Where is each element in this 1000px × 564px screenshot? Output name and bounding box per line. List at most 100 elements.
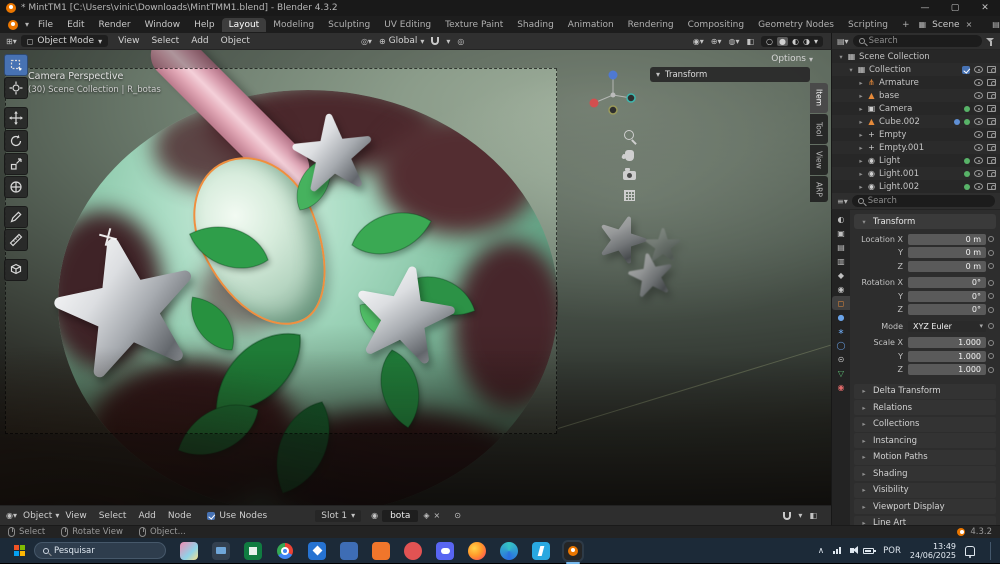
language-indicator[interactable]: POR: [883, 546, 901, 556]
menu-object[interactable]: Object: [215, 36, 256, 46]
rotation-mode-dropdown[interactable]: XYZ Euler: [908, 320, 986, 332]
panel-shading[interactable]: ▸ Shading: [854, 466, 996, 481]
network-icon[interactable]: [833, 547, 842, 554]
taskbar-app-blender-icon[interactable]: [564, 541, 582, 564]
tab-scene-icon[interactable]: ◆: [832, 268, 850, 282]
menu-window[interactable]: Window: [138, 20, 188, 30]
tab-world-icon[interactable]: ◉: [832, 282, 850, 296]
pivot-point-icon[interactable]: ◎▾: [361, 37, 372, 46]
animate-decorator[interactable]: [986, 353, 996, 359]
hide-viewport-toggle[interactable]: [974, 170, 983, 177]
animate-decorator[interactable]: [986, 263, 996, 269]
scale-y-field[interactable]: 1.000: [908, 350, 986, 362]
tab-view-layer-icon[interactable]: ▥: [832, 254, 850, 268]
browse-material-icon[interactable]: ◉: [371, 511, 378, 520]
workspace-tab-texture-paint[interactable]: Texture Paint: [438, 18, 510, 32]
hide-viewport-toggle[interactable]: [974, 79, 983, 86]
expand-icon[interactable]: ▸: [856, 183, 866, 191]
volume-icon[interactable]: [850, 546, 859, 554]
properties-search-input[interactable]: Search: [851, 195, 995, 207]
workspace-tab-uv-editing[interactable]: UV Editing: [377, 18, 438, 32]
disable-render-toggle[interactable]: [987, 157, 996, 164]
shading-solid-icon[interactable]: ●: [777, 36, 789, 46]
fake-user-icon[interactable]: ◈: [423, 511, 429, 520]
taskbar-app-firefox-icon[interactable]: [468, 541, 486, 560]
viewlayer-browse-icon[interactable]: ▤: [990, 20, 1000, 29]
scene-unlink-icon[interactable]: ×: [964, 20, 975, 29]
shading-dropdown-icon[interactable]: ▾: [814, 37, 818, 46]
taskbar-app-custom-icon[interactable]: [180, 541, 198, 560]
camera-view-icon[interactable]: [620, 166, 638, 184]
taskbar-clock[interactable]: 13:49 24/06/2025: [910, 542, 956, 560]
expand-icon[interactable]: ▸: [856, 157, 866, 165]
pin-icon[interactable]: ⊙: [454, 511, 461, 520]
material-slot-dropdown[interactable]: Slot 1 ▾: [315, 509, 362, 522]
taskbar-search-input[interactable]: Pesquisar: [34, 542, 166, 559]
annotate-tool[interactable]: [4, 206, 28, 228]
filter-icon[interactable]: [986, 37, 995, 46]
maximize-button[interactable]: ▢: [940, 0, 970, 16]
hide-viewport-toggle[interactable]: [974, 118, 983, 125]
outliner-item-base[interactable]: ▸ ▲ base: [832, 89, 1000, 102]
menu-add[interactable]: Add: [132, 511, 161, 521]
location-y-field[interactable]: 0 m: [908, 247, 986, 258]
taskbar-app-edge-icon[interactable]: [500, 541, 518, 560]
menu-file[interactable]: File: [31, 20, 60, 30]
disable-render-toggle[interactable]: [987, 131, 996, 138]
scene-browse-icon[interactable]: ▦: [917, 20, 929, 29]
hide-viewport-toggle[interactable]: [974, 92, 983, 99]
minimize-button[interactable]: —: [910, 0, 940, 16]
tab-tool-icon[interactable]: ◐: [832, 212, 850, 226]
menu-help[interactable]: Help: [187, 20, 222, 30]
animate-decorator[interactable]: [986, 323, 996, 329]
location-z-field[interactable]: 0 m: [908, 260, 986, 272]
disable-render-toggle[interactable]: [987, 66, 996, 73]
outliner-item-scene-collection[interactable]: ▾ ▦ Scene Collection: [832, 50, 1000, 63]
cursor-tool[interactable]: [4, 77, 28, 99]
outliner-item-light-002[interactable]: ▸ ◉ Light.002: [832, 180, 1000, 193]
expand-icon[interactable]: ▸: [856, 170, 866, 178]
expand-icon[interactable]: ▸: [856, 105, 866, 113]
close-button[interactable]: ✕: [970, 0, 1000, 16]
animate-decorator[interactable]: [986, 280, 996, 286]
workspace-tab-rendering[interactable]: Rendering: [621, 18, 681, 32]
animate-decorator[interactable]: [986, 340, 996, 346]
workspace-tab-sculpting[interactable]: Sculpting: [321, 18, 377, 32]
outliner-search-input[interactable]: Search: [852, 35, 982, 47]
expand-icon[interactable]: ▸: [856, 92, 866, 100]
workspace-tab-scripting[interactable]: Scripting: [841, 18, 895, 32]
panel-relations[interactable]: ▸ Relations: [854, 400, 996, 415]
notifications-icon[interactable]: [965, 545, 975, 558]
tab-particles-icon[interactable]: ∗: [832, 324, 850, 338]
outliner-item-camera[interactable]: ▸ ▣ Camera: [832, 102, 1000, 115]
collection-checkbox[interactable]: [962, 65, 970, 74]
hide-viewport-toggle[interactable]: [974, 105, 983, 112]
expand-icon[interactable]: ▾: [846, 66, 856, 74]
rotate-tool[interactable]: [4, 130, 28, 152]
editor-type-icon[interactable]: ⊞: [6, 37, 13, 46]
animate-decorator[interactable]: [986, 236, 996, 242]
shading-rendered-icon[interactable]: ◑: [803, 37, 810, 46]
scale-z-field[interactable]: 1.000: [908, 364, 986, 375]
animate-decorator[interactable]: [986, 367, 996, 373]
xray-toggle-icon[interactable]: ◧: [746, 37, 754, 46]
menu-select[interactable]: Select: [93, 511, 133, 521]
workspace-tab-layout[interactable]: Layout: [221, 17, 267, 32]
overlays-toggle-icon[interactable]: ◧: [809, 511, 817, 520]
taskbar-app-excel-icon[interactable]: [244, 541, 262, 560]
disable-render-toggle[interactable]: [987, 170, 996, 177]
proportional-editing-icon[interactable]: ◎: [457, 37, 464, 46]
snap-magnet-icon[interactable]: [431, 37, 440, 45]
select-box-tool[interactable]: [4, 54, 28, 76]
location-x-field[interactable]: 0 m: [908, 233, 986, 245]
animate-decorator[interactable]: [986, 250, 996, 256]
menu-view[interactable]: View: [112, 36, 145, 46]
outliner-item-armature[interactable]: ▸ ⋔ Armature: [832, 76, 1000, 89]
mode-dropdown[interactable]: ◻ Object Mode ▾: [20, 35, 109, 47]
tab-output-icon[interactable]: ▤: [832, 240, 850, 254]
workspace-tab-modeling[interactable]: Modeling: [266, 18, 321, 32]
tab-physics-icon[interactable]: ◯: [832, 338, 850, 352]
expand-icon[interactable]: ▾: [836, 53, 846, 61]
shader-type-dropdown[interactable]: Object ▾: [23, 511, 59, 521]
perspective-toggle-icon[interactable]: [620, 186, 638, 204]
